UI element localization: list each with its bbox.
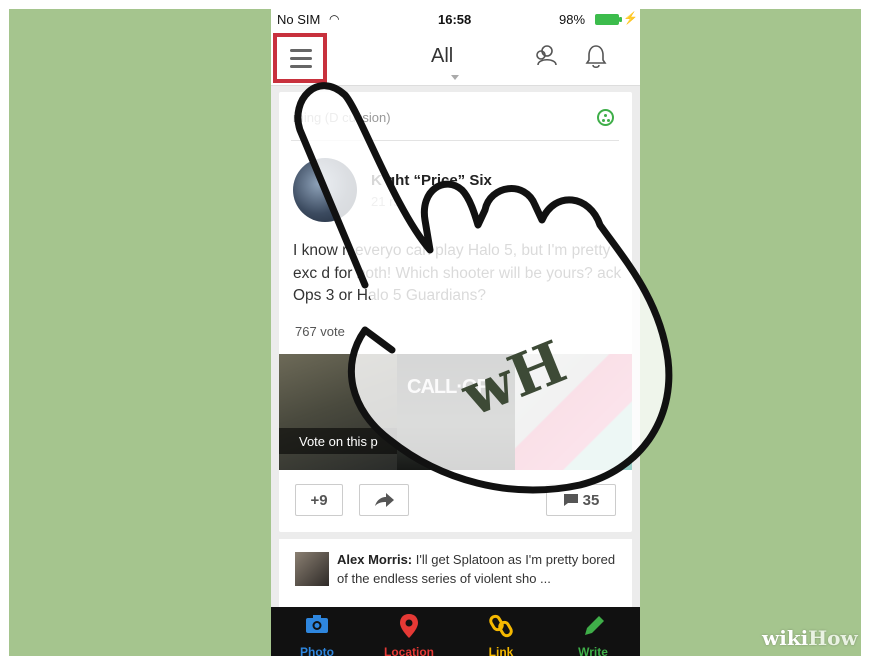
- comments-count: 35: [582, 491, 600, 509]
- tab-link-label: Link: [488, 645, 514, 656]
- avatar[interactable]: [293, 158, 357, 222]
- tab-link[interactable]: Link: [455, 607, 547, 656]
- comment-text: Alex Morris: I'll get Splatoon as I'm pr…: [337, 550, 627, 588]
- poll-game-title: CALL·OF: [407, 376, 489, 398]
- share-icon: [375, 493, 394, 507]
- post-timestamp: 21 rs: [371, 194, 400, 209]
- map-pin-icon: [400, 614, 418, 638]
- poll-caption: Vote on this p: [299, 434, 378, 449]
- battery-icon: [595, 14, 622, 25]
- tab-photo-label: Photo: [300, 645, 334, 656]
- tab-photo[interactable]: Photo: [271, 607, 363, 656]
- battery-percent: 98%: [559, 12, 586, 27]
- community-icon[interactable]: [597, 109, 614, 126]
- poll-option-splatoon[interactable]: [515, 354, 632, 470]
- bottom-tab-bar: Photo Location Link Write: [271, 607, 640, 656]
- watermark-wiki: wiki: [762, 626, 809, 650]
- nav-bar: All: [271, 31, 640, 86]
- tab-location-label: Location: [384, 645, 434, 656]
- tab-location[interactable]: Location: [363, 607, 455, 656]
- comments-button[interactable]: 35: [546, 484, 616, 516]
- chevron-down-icon[interactable]: [451, 75, 459, 80]
- tab-write[interactable]: Write: [547, 607, 639, 656]
- poll-option-call-of-duty[interactable]: [397, 354, 515, 470]
- plus-count: +9: [310, 491, 328, 509]
- carrier-label: No SIM: [277, 12, 321, 27]
- post-card[interactable]: ming (D cussion) K ght “Price” Six 21 rs…: [279, 92, 632, 532]
- watermark-how: How: [808, 626, 858, 650]
- tab-write-label: Write: [578, 645, 608, 656]
- people-icon[interactable]: [533, 43, 559, 69]
- link-icon: [489, 614, 513, 638]
- vote-count: 767 vote: [295, 324, 345, 339]
- wikihow-watermark: wikiHow: [762, 626, 858, 650]
- share-button[interactable]: [359, 484, 409, 516]
- post-body: I know n everyo can play Halo 5, but I'm…: [293, 242, 622, 304]
- status-bar: No SIM ◠ 16:58 98% ⚡: [271, 9, 640, 31]
- comment-icon: [563, 494, 578, 506]
- phone-screen: No SIM ◠ 16:58 98% ⚡ All ming (D cussion…: [271, 9, 640, 656]
- charging-bolt-icon: ⚡: [623, 11, 638, 25]
- divider: [291, 140, 619, 141]
- feed-title[interactable]: All: [431, 45, 453, 68]
- wifi-icon: ◠: [329, 12, 340, 26]
- commenter-name[interactable]: Alex Morris:: [337, 552, 412, 567]
- plus-one-button[interactable]: +9: [295, 484, 343, 516]
- pencil-icon: [585, 616, 604, 635]
- camera-icon: [306, 615, 328, 633]
- author-name[interactable]: K ght “Price” Six: [371, 172, 492, 189]
- bell-icon[interactable]: [585, 43, 607, 69]
- post-category[interactable]: ming (D cussion): [293, 110, 391, 125]
- menu-button[interactable]: [273, 33, 327, 83]
- commenter-avatar[interactable]: [295, 552, 329, 586]
- poll-image[interactable]: CALL·OF Vote on this p: [279, 354, 632, 470]
- status-time: 16:58: [438, 12, 472, 27]
